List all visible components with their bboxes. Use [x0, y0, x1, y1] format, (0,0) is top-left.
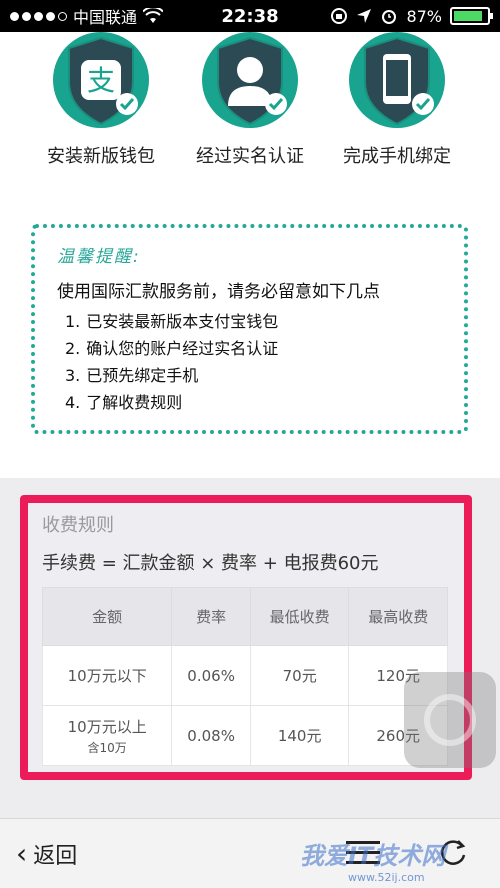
cell-amount: 10万元以下 [41, 645, 173, 706]
watermark-text: 我爱IT技术网 [300, 842, 446, 870]
badge-install-wallet: 支 安装新版钱包 [36, 32, 166, 168]
column-header-min-fee: 最低收费 [249, 587, 350, 646]
assistive-touch-button[interactable] [404, 672, 496, 768]
list-item-text: 已预先绑定手机 [86, 366, 199, 385]
column-header-amount: 金额 [41, 587, 173, 646]
signal-strength-icon [10, 11, 67, 21]
column-header-rate: 费率 [171, 587, 251, 646]
assistive-touch-ring-icon [424, 694, 476, 746]
tips-list: 1. 已安装最新版本支付宝钱包 2. 确认您的账户经过实名认证 3. 已预先绑定… [57, 308, 442, 416]
carrier-label: 中国联通 [73, 8, 138, 27]
table-row: 10万元以下 0.06% 70元 120元 [41, 645, 448, 706]
badge-label: 安装新版钱包 [47, 146, 155, 167]
table-row: 10万元以上 含10万 0.08% 140元 260元 [41, 705, 448, 766]
chevron-left-icon: ‹ [16, 836, 28, 870]
phone-bound-icon [349, 32, 445, 128]
location-arrow-icon [357, 9, 372, 23]
list-item-text: 确认您的账户经过实名认证 [86, 339, 279, 358]
back-button[interactable]: ‹ 返回 [16, 838, 77, 870]
cell-min-fee: 140元 [249, 705, 350, 766]
list-item: 1. 已安装最新版本支付宝钱包 [65, 308, 442, 335]
svg-text:支: 支 [87, 64, 115, 97]
wifi-icon [143, 8, 164, 23]
battery-icon [450, 7, 493, 25]
user-verified-icon [202, 32, 298, 128]
cell-rate: 0.08% [171, 705, 251, 766]
requirements-badges: 支 安装新版钱包 经过实名认证 完成手机绑定 [0, 32, 500, 182]
badge-label: 经过实名认证 [196, 146, 304, 167]
list-item: 4. 了解收费规则 [65, 389, 442, 416]
watermark-url: www.52ij.com [348, 871, 425, 884]
badge-label: 完成手机绑定 [343, 146, 451, 167]
cell-amount: 10万元以上 含10万 [41, 705, 173, 766]
list-item-text: 已安装最新版本支付宝钱包 [86, 312, 279, 331]
fee-table: 金额 费率 最低收费 最高收费 10万元以下 0.06% 70元 120元 10… [41, 587, 448, 766]
alipay-wallet-icon: 支 [53, 32, 149, 128]
list-item-number: 2. [65, 339, 81, 358]
cell-min-fee: 70元 [249, 645, 350, 706]
list-item-number: 3. [65, 366, 81, 385]
list-item: 2. 确认您的账户经过实名认证 [65, 335, 442, 362]
list-item: 3. 已预先绑定手机 [65, 362, 442, 389]
tips-intro: 使用国际汇款服务前，请务必留意如下几点 [57, 282, 380, 302]
badge-real-name: 经过实名认证 [185, 32, 315, 168]
alarm-icon [382, 10, 397, 24]
tips-title: 温馨提醒: [57, 247, 141, 267]
cell-rate: 0.06% [171, 645, 251, 706]
status-bar: 中国联通 22:38 87% [0, 0, 500, 32]
site-watermark: 我爱IT技术网 www.52ij.com [300, 836, 490, 884]
list-item-number: 1. [65, 312, 81, 331]
battery-percentage: 87% [406, 6, 442, 26]
badge-phone-binding: 完成手机绑定 [332, 32, 462, 168]
table-header-row: 金额 费率 最低收费 最高收费 [41, 587, 448, 646]
battery-fill [454, 11, 482, 21]
cell-amount-note: 含10万 [87, 740, 127, 755]
tips-box: 温馨提醒: 使用国际汇款服务前，请务必留意如下几点 1. 已安装最新版本支付宝钱… [31, 224, 468, 434]
column-header-max-fee: 最高收费 [348, 587, 448, 646]
back-label: 返回 [33, 843, 78, 869]
fee-formula: 手续费 = 汇款金额 × 费率 + 电报费60元 [42, 553, 379, 574]
list-item-number: 4. [65, 393, 81, 412]
fee-rules-title: 收费规则 [42, 515, 114, 536]
rotation-lock-icon [331, 8, 348, 24]
list-item-text: 了解收费规则 [86, 393, 183, 412]
